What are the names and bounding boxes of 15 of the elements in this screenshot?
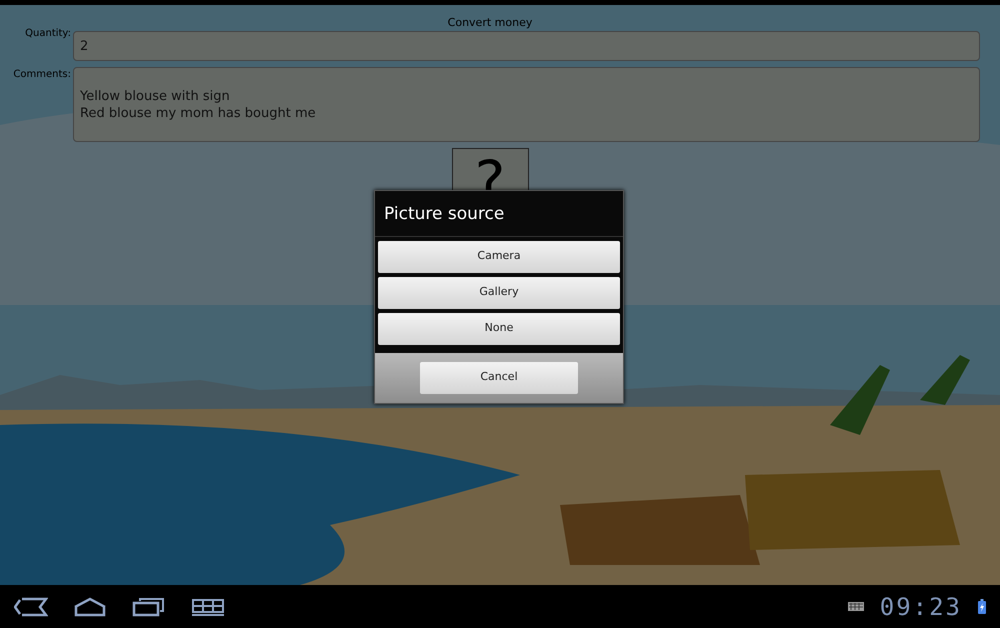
- grid-icon[interactable]: [191, 596, 225, 616]
- app-title: Convert money: [446, 15, 534, 31]
- home-icon[interactable]: [73, 596, 107, 616]
- cancel-button[interactable]: Cancel: [420, 362, 578, 394]
- option-button[interactable]: Camera: [378, 240, 620, 272]
- option-button[interactable]: Gallery: [378, 276, 620, 308]
- clock: 09:23: [880, 592, 962, 622]
- keyboard-icon: [848, 602, 864, 611]
- option-button[interactable]: None: [378, 312, 620, 344]
- recent-apps-icon[interactable]: [132, 596, 166, 616]
- back-icon[interactable]: [14, 596, 48, 616]
- dialog-title: Picture source: [375, 191, 623, 236]
- field-label: Quantity:: [24, 27, 72, 41]
- field-label: Comments:: [12, 68, 72, 82]
- battery-icon: [978, 599, 986, 614]
